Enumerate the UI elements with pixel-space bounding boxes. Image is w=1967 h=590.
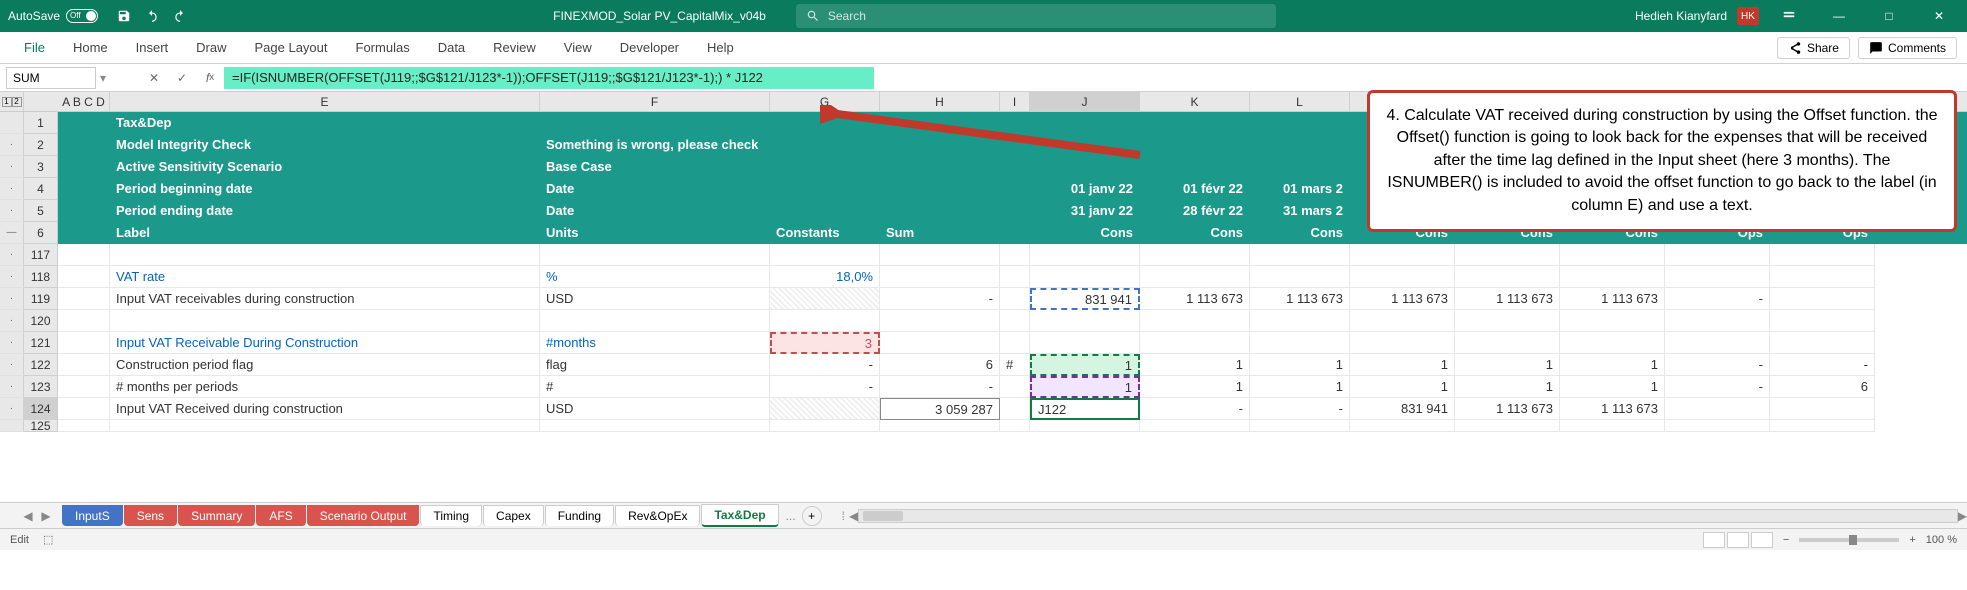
row-118: · 118 VAT rate % 18,0% bbox=[0, 266, 1967, 288]
active-cell[interactable]: J122 bbox=[1030, 398, 1140, 420]
formula-bar: SUM ▾ ✕ ✓ fx =IF(ISNUMBER(OFFSET(J119;;$… bbox=[0, 64, 1967, 92]
sheet-tab-capex[interactable]: Capex bbox=[483, 505, 544, 526]
share-icon bbox=[1788, 41, 1802, 55]
row-122: · 122 Construction period flag flag - 6 … bbox=[0, 354, 1967, 376]
user-avatar[interactable]: HK bbox=[1737, 7, 1759, 25]
close-button[interactable]: ✕ bbox=[1919, 0, 1959, 32]
view-page-break-icon[interactable] bbox=[1751, 532, 1773, 548]
row-119: · 119 Input VAT receivables during const… bbox=[0, 288, 1967, 310]
annotation-callout: 4. Calculate VAT received during constru… bbox=[1367, 90, 1957, 232]
view-buttons bbox=[1703, 532, 1773, 548]
tab-review[interactable]: Review bbox=[479, 32, 550, 64]
comments-button[interactable]: Comments bbox=[1858, 37, 1957, 59]
maximize-button[interactable]: □ bbox=[1869, 0, 1909, 32]
tab-draw[interactable]: Draw bbox=[182, 32, 240, 64]
save-icon[interactable] bbox=[114, 6, 134, 26]
formula-input[interactable]: =IF(ISNUMBER(OFFSET(J119;;$G$121/J123*-1… bbox=[224, 67, 874, 89]
col-k[interactable]: K bbox=[1140, 92, 1250, 111]
outline-r1[interactable] bbox=[0, 112, 24, 134]
cancel-formula-icon[interactable]: ✕ bbox=[142, 67, 166, 89]
autosave-group: AutoSave Off bbox=[8, 9, 98, 23]
tab-help[interactable]: Help bbox=[693, 32, 748, 64]
status-mode: Edit bbox=[10, 534, 29, 546]
autosave-label: AutoSave bbox=[8, 9, 60, 23]
redo-icon[interactable] bbox=[170, 6, 190, 26]
fx-icon[interactable]: fx bbox=[198, 67, 222, 89]
col-l[interactable]: L bbox=[1250, 92, 1350, 111]
zoom-slider[interactable] bbox=[1799, 538, 1899, 542]
search-box[interactable]: Search bbox=[796, 4, 1276, 28]
tab-formulas[interactable]: Formulas bbox=[342, 32, 424, 64]
row-121: · 121 Input VAT Receivable During Constr… bbox=[0, 332, 1967, 354]
sheet-tab-scenario[interactable]: Scenario Output bbox=[307, 505, 420, 526]
titlebar-center: FINEXMOD_Solar PV_CapitalMix_v04b Search bbox=[194, 4, 1635, 28]
autosave-toggle[interactable]: Off bbox=[66, 9, 98, 23]
tab-view[interactable]: View bbox=[550, 32, 606, 64]
zoom-out-icon[interactable]: − bbox=[1783, 534, 1789, 546]
tab-data[interactable]: Data bbox=[424, 32, 479, 64]
tab-developer[interactable]: Developer bbox=[606, 32, 693, 64]
enter-formula-icon[interactable]: ✓ bbox=[170, 67, 194, 89]
tab-insert[interactable]: Insert bbox=[122, 32, 183, 64]
sheet-tab-inputs[interactable]: InputS bbox=[62, 505, 123, 526]
user-area: Hedieh Kianyfard HK — □ ✕ bbox=[1635, 0, 1959, 32]
sheet-tab-timing[interactable]: Timing bbox=[420, 505, 482, 526]
comment-icon bbox=[1869, 41, 1883, 55]
row-124: · 124 Input VAT Received during construc… bbox=[0, 398, 1967, 420]
user-name[interactable]: Hedieh Kianyfard bbox=[1635, 9, 1727, 23]
search-placeholder: Search bbox=[828, 9, 866, 23]
name-box[interactable]: SUM bbox=[6, 67, 96, 89]
sheet-tab-funding[interactable]: Funding bbox=[545, 505, 614, 526]
titlebar: AutoSave Off FINEXMOD_Solar PV_CapitalMi… bbox=[0, 0, 1967, 32]
tab-file[interactable]: File bbox=[10, 32, 59, 64]
sheet-tabs: ◀ ▶ InputS Sens Summary AFS Scenario Out… bbox=[0, 502, 1967, 528]
sheet-tab-afs[interactable]: AFS bbox=[256, 505, 305, 526]
tab-prev-icon[interactable]: ◀ bbox=[20, 508, 36, 524]
row-125: 125 bbox=[0, 420, 1967, 432]
tab-page-layout[interactable]: Page Layout bbox=[241, 32, 342, 64]
ribbon-options-icon[interactable] bbox=[1769, 0, 1809, 32]
minimize-button[interactable]: — bbox=[1819, 0, 1859, 32]
sheet-tab-sens[interactable]: Sens bbox=[124, 505, 177, 526]
sheet-tab-more[interactable]: ... bbox=[786, 509, 796, 523]
filename[interactable]: FINEXMOD_Solar PV_CapitalMix_v04b bbox=[553, 9, 766, 23]
sheet-tab-taxdep[interactable]: Tax&Dep bbox=[701, 504, 778, 527]
macro-record-icon[interactable]: ⬚ bbox=[43, 533, 53, 546]
select-all[interactable] bbox=[24, 92, 58, 111]
sheet-tab-revopex[interactable]: Rev&OpEx bbox=[615, 505, 700, 526]
status-bar: Edit ⬚ − + 100 % bbox=[0, 528, 1967, 550]
rowhdr-1[interactable]: 1 bbox=[24, 112, 58, 134]
view-page-layout-icon[interactable] bbox=[1727, 532, 1749, 548]
sheet-tab-summary[interactable]: Summary bbox=[178, 505, 255, 526]
ribbon: File Home Insert Draw Page Layout Formul… bbox=[0, 32, 1967, 64]
zoom-level[interactable]: 100 % bbox=[1926, 534, 1957, 546]
annotation-arrow bbox=[820, 105, 1150, 165]
undo-icon[interactable] bbox=[142, 6, 162, 26]
share-button[interactable]: Share bbox=[1777, 37, 1850, 59]
h-scrollbar[interactable]: ⁞ ◀ ▶ bbox=[842, 509, 1967, 523]
col-abcd[interactable]: A B C D bbox=[58, 92, 110, 111]
zoom-in-icon[interactable]: + bbox=[1909, 534, 1915, 546]
row-117: · 117 bbox=[0, 244, 1967, 266]
col-e[interactable]: E bbox=[110, 92, 540, 111]
row-123: · 123 # months per periods # - - 1 1 1 1… bbox=[0, 376, 1967, 398]
search-icon bbox=[806, 9, 820, 23]
tab-next-icon[interactable]: ▶ bbox=[38, 508, 54, 524]
add-sheet-button[interactable]: + bbox=[802, 506, 822, 526]
view-normal-icon[interactable] bbox=[1703, 532, 1725, 548]
row-120: · 120 bbox=[0, 310, 1967, 332]
tab-home[interactable]: Home bbox=[59, 32, 122, 64]
outline-col-1[interactable]: 12 bbox=[0, 92, 24, 111]
col-f[interactable]: F bbox=[540, 92, 770, 111]
tab-nav: ◀ ▶ bbox=[20, 508, 54, 524]
